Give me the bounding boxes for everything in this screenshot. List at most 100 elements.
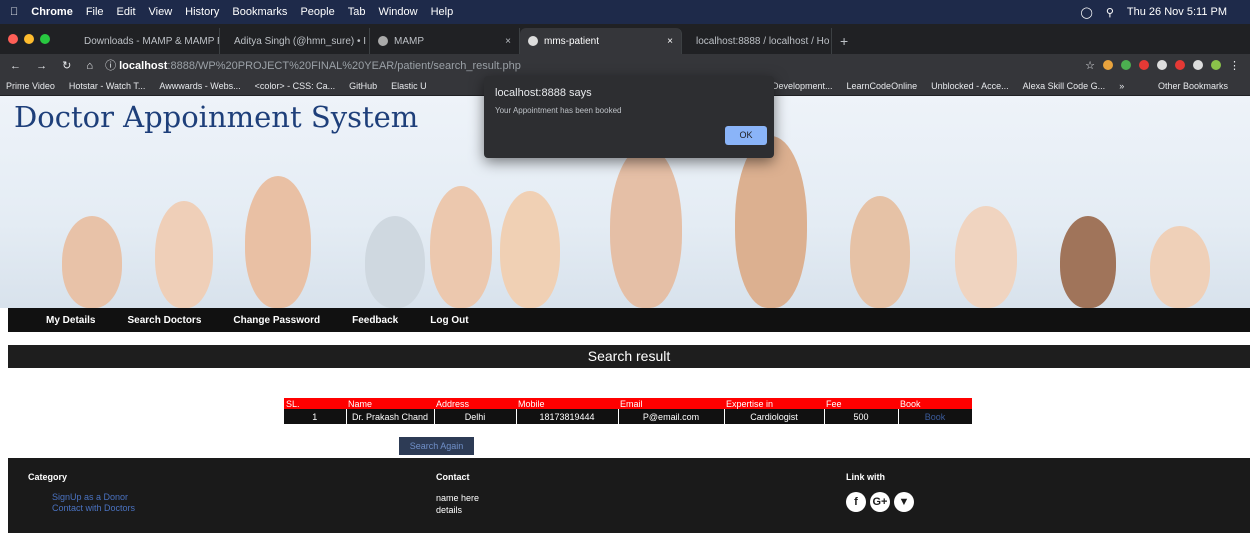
menu-file[interactable]: File bbox=[86, 6, 104, 18]
menu-view[interactable]: View bbox=[149, 6, 173, 18]
star-icon[interactable]: ☆ bbox=[1085, 59, 1095, 72]
dialog-title: localhost:8888 says bbox=[495, 87, 592, 99]
footer-category-title: Category bbox=[28, 472, 68, 482]
cell-address: Delhi bbox=[434, 409, 517, 424]
bookmark-development[interactable]: Development... bbox=[772, 81, 833, 91]
tab-mms-patient[interactable]: mms-patient × bbox=[520, 28, 682, 54]
close-tab-icon[interactable]: × bbox=[657, 36, 673, 47]
facebook-icon[interactable]: f bbox=[846, 492, 866, 512]
cell-name: Dr. Prakash Chand bbox=[346, 409, 435, 424]
column-header: SL. bbox=[284, 398, 346, 409]
forward-icon[interactable]: → bbox=[36, 60, 47, 72]
tab-mamp[interactable]: MAMP × bbox=[370, 28, 520, 54]
menu-help[interactable]: Help bbox=[431, 6, 454, 18]
signup-donor-link[interactable]: SignUp as a Donor bbox=[28, 492, 135, 503]
tab-label: localhost:8888 / localhost / Ho bbox=[696, 35, 830, 47]
footer-category: Category SignUp as a Donor Contact with … bbox=[28, 472, 135, 514]
footer-link-title: Link with bbox=[846, 472, 885, 482]
nav-change-password[interactable]: Change Password bbox=[217, 315, 336, 326]
url-host: localhost bbox=[119, 60, 168, 72]
zoom-window-button[interactable] bbox=[40, 34, 50, 44]
extension-icon[interactable] bbox=[1175, 60, 1185, 70]
contact-name: name here bbox=[436, 493, 480, 503]
book-link[interactable]: Book bbox=[898, 409, 973, 424]
column-header: Mobile bbox=[516, 398, 618, 409]
bookmarks-more-icon[interactable]: » bbox=[1119, 81, 1124, 91]
google-plus-icon[interactable]: G+ bbox=[870, 492, 890, 512]
bookmark-prime-video[interactable]: Prime Video bbox=[6, 81, 55, 91]
bookmark-alexa[interactable]: Alexa Skill Code G... bbox=[1023, 81, 1106, 91]
nav-log-out[interactable]: Log Out bbox=[414, 315, 484, 326]
more-menu-icon[interactable]: ⋮ bbox=[1229, 59, 1240, 72]
clock[interactable]: Thu 26 Nov 5:11 PM bbox=[1127, 6, 1227, 18]
column-header: Email bbox=[618, 398, 724, 409]
url-path: :8888/WP%20PROJECT%20FINAL%20YEAR/patien… bbox=[167, 60, 521, 72]
menu-people[interactable]: People bbox=[300, 6, 334, 18]
adblock-icon[interactable] bbox=[1139, 60, 1149, 70]
search-again-button[interactable]: Search Again bbox=[399, 437, 474, 455]
site-title: Doctor Appoinment System bbox=[14, 100, 419, 134]
tab-label: MAMP bbox=[394, 35, 424, 47]
doctor-photo bbox=[500, 191, 560, 308]
column-header: Name bbox=[346, 398, 434, 409]
cell-sl: 1 bbox=[284, 409, 347, 424]
table-row: 1 Dr. Prakash Chand Delhi 18173819444 P@… bbox=[284, 409, 973, 424]
ok-button[interactable]: OK bbox=[725, 126, 767, 145]
contact-doctors-link[interactable]: Contact with Doctors bbox=[28, 503, 135, 514]
apple-icon[interactable]:  bbox=[10, 6, 18, 18]
search-icon[interactable]: ⚲ bbox=[1106, 6, 1114, 19]
extensions-area: ☆ ⋮ bbox=[1085, 59, 1240, 72]
bookmark-hotstar[interactable]: Hotstar - Watch T... bbox=[69, 81, 146, 91]
search-result-heading: Search result bbox=[8, 345, 1250, 368]
dialog-message: Your Appointment has been booked bbox=[495, 106, 622, 115]
status-area: ◯ ⚲ Thu 26 Nov 5:11 PM bbox=[1081, 0, 1240, 24]
tab-label: Aditya Singh (@hmn_sure) • I bbox=[234, 35, 367, 47]
extension-icon[interactable] bbox=[1121, 60, 1131, 70]
bookmark-unblocked[interactable]: Unblocked - Acce... bbox=[931, 81, 1009, 91]
bookmark-learncodeonline[interactable]: LearnCodeOnline bbox=[847, 81, 918, 91]
home-icon[interactable]: ⌂ bbox=[86, 60, 93, 72]
close-window-button[interactable] bbox=[8, 34, 18, 44]
reload-icon[interactable]: ↻ bbox=[62, 60, 71, 72]
main-nav: My Details Search Doctors Change Passwor… bbox=[8, 308, 1250, 332]
column-header: Fee bbox=[824, 398, 898, 409]
puzzle-icon[interactable] bbox=[1193, 60, 1203, 70]
extension-icon[interactable] bbox=[1103, 60, 1113, 70]
info-icon[interactable]: ⓘ bbox=[105, 60, 116, 72]
doctor-photo bbox=[430, 186, 492, 308]
nav-search-doctors[interactable]: Search Doctors bbox=[111, 315, 217, 326]
nav-my-details[interactable]: My Details bbox=[8, 315, 111, 326]
tab-phpmyadmin[interactable]: localhost:8888 / localhost / Ho × bbox=[682, 28, 832, 54]
other-bookmarks[interactable]: Other Bookmarks bbox=[1158, 81, 1228, 91]
nav-feedback[interactable]: Feedback bbox=[336, 315, 414, 326]
close-tab-icon[interactable]: × bbox=[495, 36, 511, 47]
bookmark-github[interactable]: GitHub bbox=[349, 81, 377, 91]
address-bar[interactable]: ⓘ localhost:8888/WP%20PROJECT%20FINAL%20… bbox=[105, 57, 521, 73]
menu-bookmarks[interactable]: Bookmarks bbox=[232, 6, 287, 18]
doctor-photo bbox=[610, 146, 682, 308]
twitter-icon[interactable]: ▼ bbox=[894, 492, 914, 512]
app-menu-chrome[interactable]: Chrome bbox=[31, 6, 73, 18]
window-controls bbox=[8, 24, 56, 54]
menu-tab[interactable]: Tab bbox=[348, 6, 366, 18]
back-icon[interactable]: ← bbox=[10, 60, 21, 72]
column-header: Expertise in bbox=[724, 398, 824, 409]
bookmark-elastic[interactable]: Elastic U bbox=[391, 81, 427, 91]
tab-downloads[interactable]: Downloads - MAMP & MAMP P × bbox=[70, 28, 220, 54]
cell-mobile: 18173819444 bbox=[516, 409, 619, 424]
extension-icon[interactable] bbox=[1157, 60, 1167, 70]
column-header: Book bbox=[898, 398, 972, 409]
menu-edit[interactable]: Edit bbox=[117, 6, 136, 18]
wifi-icon[interactable]: ◯ bbox=[1081, 6, 1093, 19]
menu-window[interactable]: Window bbox=[378, 6, 417, 18]
new-tab-button[interactable]: + bbox=[832, 28, 856, 54]
mamp-icon bbox=[378, 36, 388, 46]
bookmark-color[interactable]: <color> - CSS: Ca... bbox=[255, 81, 336, 91]
profile-avatar[interactable] bbox=[1211, 60, 1221, 70]
tab-instagram[interactable]: Aditya Singh (@hmn_sure) • I × bbox=[220, 28, 370, 54]
minimize-window-button[interactable] bbox=[24, 34, 34, 44]
menu-history[interactable]: History bbox=[185, 6, 219, 18]
bookmark-awwwards[interactable]: Awwwards - Webs... bbox=[159, 81, 240, 91]
contact-details: details bbox=[436, 505, 463, 515]
doctor-photo bbox=[155, 201, 213, 308]
